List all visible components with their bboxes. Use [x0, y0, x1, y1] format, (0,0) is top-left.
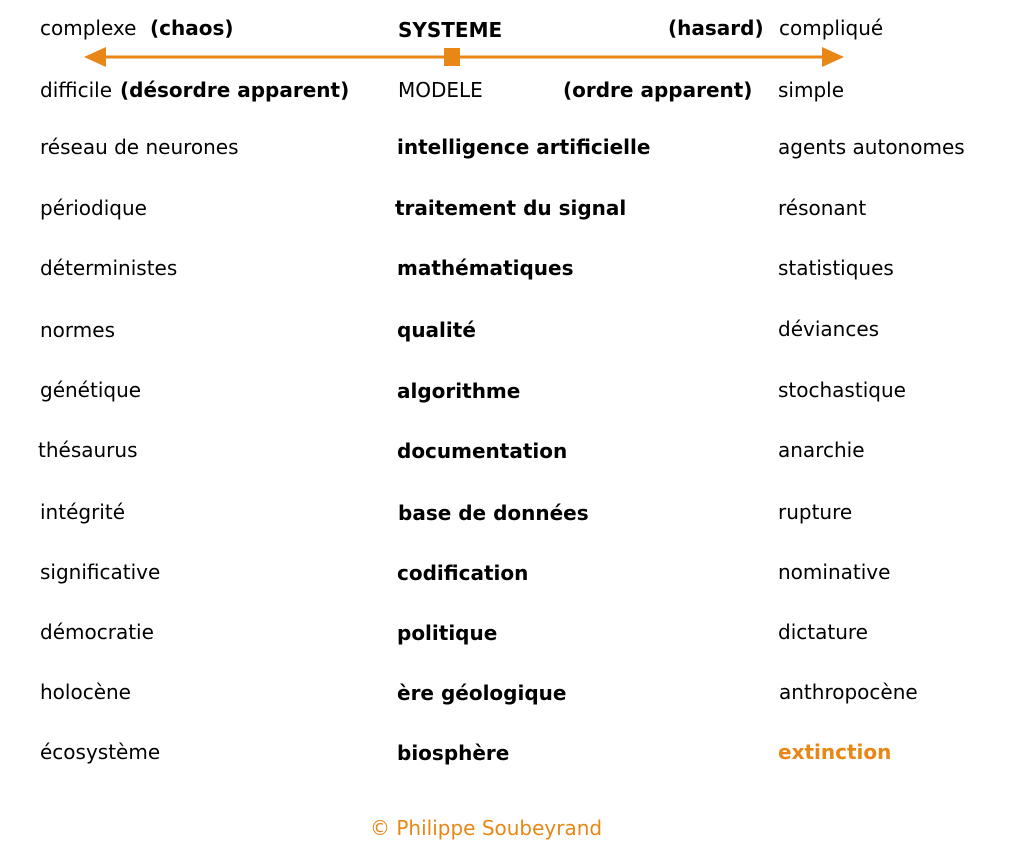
row-left-term: intégrité: [40, 500, 125, 524]
row-center-term: documentation: [397, 439, 568, 463]
row-right-term: résonant: [778, 196, 867, 220]
row-right-term: déviances: [778, 317, 880, 341]
row-right-term: dictature: [778, 620, 868, 644]
axis-diagram: [84, 47, 844, 67]
label-hasard: (hasard): [668, 16, 764, 40]
row-left-term: significative: [40, 560, 161, 584]
row-right-term: anthropocène: [779, 680, 918, 704]
row-left-term: thésaurus: [38, 438, 138, 462]
row-left-term: génétique: [40, 378, 142, 402]
row-center-term: codification: [397, 561, 529, 585]
row-right-term: anarchie: [778, 438, 865, 462]
copyright-footer: © Philippe Soubeyrand: [370, 816, 603, 840]
row-right-term-highlight: extinction: [778, 740, 892, 764]
label-chaos: (chaos): [150, 16, 234, 40]
row-left-term: démocratie: [40, 620, 154, 644]
row-center-term: politique: [397, 621, 498, 645]
label-modele: MODELE: [398, 78, 483, 102]
right-arrowhead-icon: [822, 47, 844, 67]
label-simple: simple: [778, 78, 845, 102]
row-right-term: stochastique: [778, 378, 906, 402]
row-right-term: rupture: [778, 500, 853, 524]
row-right-term: statistiques: [778, 256, 894, 280]
row-center-term: mathématiques: [397, 256, 574, 280]
row-left-term: réseau de neurones: [40, 135, 239, 159]
row-center-term: base de données: [398, 501, 589, 525]
label-desordre-apparent: (désordre apparent): [120, 78, 350, 102]
row-left-term: périodique: [40, 196, 147, 220]
row-left-term: déterministes: [40, 256, 178, 280]
row-left-term: normes: [40, 318, 115, 342]
left-arrowhead-icon: [84, 47, 106, 67]
system-marker-square: [444, 48, 460, 66]
label-difficile: difficile: [40, 78, 113, 102]
label-complexe: complexe: [40, 16, 137, 40]
label-complique: compliqué: [779, 16, 884, 40]
row-left-term: holocène: [40, 680, 131, 704]
row-right-term: nominative: [778, 560, 891, 584]
row-right-term: agents autonomes: [778, 135, 965, 159]
label-systeme: SYSTEME: [398, 18, 503, 42]
row-left-term: écosystème: [40, 740, 161, 764]
row-center-term: algorithme: [397, 379, 521, 403]
row-center-term: ère géologique: [397, 681, 567, 705]
label-ordre-apparent: (ordre apparent): [563, 78, 753, 102]
row-center-term: intelligence artificielle: [397, 135, 651, 159]
row-center-term: qualité: [397, 318, 476, 342]
row-center-term: traitement du signal: [395, 196, 627, 220]
row-center-term: biosphère: [397, 741, 510, 765]
